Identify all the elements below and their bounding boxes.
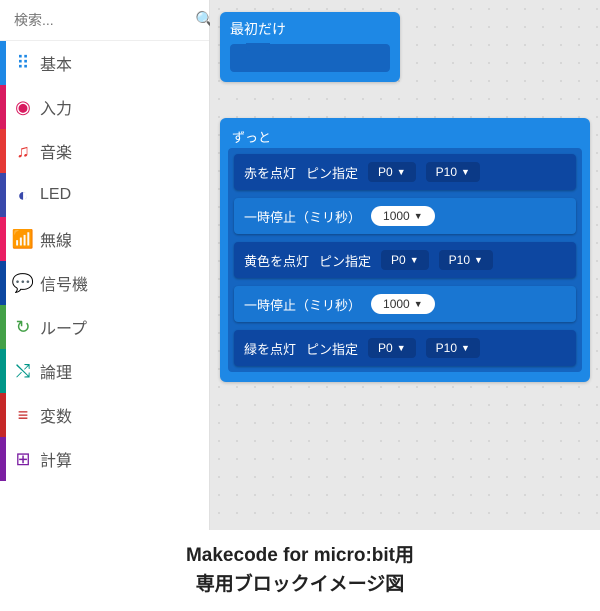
chevron-down-icon: ▼ <box>474 255 483 265</box>
category-6[interactable]: ↻ループ <box>0 305 209 349</box>
search-input[interactable] <box>14 12 195 28</box>
chevron-down-icon: ▼ <box>461 167 470 177</box>
category-icon: ⤭ <box>6 361 40 382</box>
value-dropdown[interactable]: 1000 ▼ <box>371 206 435 226</box>
block-label: 最初だけ <box>230 18 390 40</box>
pause-block[interactable]: 一時停止（ミリ秒） 1000 ▼ <box>234 286 576 322</box>
chevron-down-icon: ▼ <box>397 167 406 177</box>
category-icon: ◉ <box>6 97 40 118</box>
category-icon: ♫ <box>6 141 40 162</box>
block-label: 一時停止（ミリ秒） <box>244 295 361 314</box>
light-block[interactable]: 緑を点灯ピン指定 P0 ▼ P10 ▼ <box>234 330 576 366</box>
category-label: 論理 <box>40 359 209 383</box>
pin-label: ピン指定 <box>306 339 358 358</box>
pin2-dropdown[interactable]: P10 ▼ <box>439 250 493 270</box>
pin2-dropdown[interactable]: P10 ▼ <box>426 162 480 182</box>
category-icon: ⊞ <box>6 449 40 470</box>
on-start-block[interactable]: 最初だけ <box>220 12 400 82</box>
category-7[interactable]: ⤭論理 <box>0 349 209 393</box>
chevron-down-icon: ▼ <box>414 211 423 221</box>
chevron-down-icon: ▼ <box>410 255 419 265</box>
pin1-dropdown[interactable]: P0 ▼ <box>368 162 416 182</box>
chevron-down-icon: ▼ <box>461 343 470 353</box>
block-label: ずっと <box>228 124 582 148</box>
category-8[interactable]: ≡変数 <box>0 393 209 437</box>
category-sidebar: 🔍 ⠿基本◉入力♫音楽◐LED📶無線💬信号機↻ループ⤭論理≡変数⊞計算 <box>0 0 210 530</box>
category-icon: ◐ <box>6 185 40 206</box>
chevron-down-icon: ▼ <box>414 299 423 309</box>
category-label: 計算 <box>40 447 209 471</box>
block-label: 一時停止（ミリ秒） <box>244 207 361 226</box>
category-label: 音楽 <box>40 139 209 163</box>
category-icon: ≡ <box>6 405 40 426</box>
category-label: LED <box>40 186 209 204</box>
category-label: ループ <box>40 315 209 339</box>
category-label: 基本 <box>40 51 209 75</box>
pin1-dropdown[interactable]: P0 ▼ <box>381 250 429 270</box>
category-label: 変数 <box>40 403 209 427</box>
workspace[interactable]: 最初だけ ずっと 赤を点灯ピン指定P0 ▼P10 ▼一時停止（ミリ秒）1000 … <box>210 0 600 530</box>
category-icon: ↻ <box>6 317 40 338</box>
category-0[interactable]: ⠿基本 <box>0 41 209 85</box>
category-1[interactable]: ◉入力 <box>0 85 209 129</box>
search-box[interactable]: 🔍 <box>0 0 209 41</box>
pin2-dropdown[interactable]: P10 ▼ <box>426 338 480 358</box>
category-5[interactable]: 💬信号機 <box>0 261 209 305</box>
block-label: 緑を点灯 <box>244 339 296 358</box>
category-icon: 💬 <box>6 273 40 294</box>
pin-label: ピン指定 <box>319 251 371 270</box>
category-icon: ⠿ <box>6 53 40 74</box>
category-label: 無線 <box>40 227 209 251</box>
block-label: 赤を点灯 <box>244 163 296 182</box>
value-dropdown[interactable]: 1000 ▼ <box>371 294 435 314</box>
pin1-dropdown[interactable]: P0 ▼ <box>368 338 416 358</box>
category-3[interactable]: ◐LED <box>0 173 209 217</box>
category-4[interactable]: 📶無線 <box>0 217 209 261</box>
forever-block[interactable]: ずっと 赤を点灯ピン指定P0 ▼P10 ▼一時停止（ミリ秒）1000 ▼黄色を点… <box>220 118 590 382</box>
caption: Makecode for micro:bit用 専用ブロックイメージ図 <box>0 530 600 611</box>
empty-slot[interactable] <box>230 44 390 72</box>
light-block[interactable]: 赤を点灯ピン指定 P0 ▼ P10 ▼ <box>234 154 576 190</box>
pin-label: ピン指定 <box>306 163 358 182</box>
pause-block[interactable]: 一時停止（ミリ秒） 1000 ▼ <box>234 198 576 234</box>
category-2[interactable]: ♫音楽 <box>0 129 209 173</box>
chevron-down-icon: ▼ <box>397 343 406 353</box>
category-9[interactable]: ⊞計算 <box>0 437 209 481</box>
category-label: 信号機 <box>40 271 209 295</box>
category-label: 入力 <box>40 95 209 119</box>
category-icon: 📶 <box>6 229 40 250</box>
light-block[interactable]: 黄色を点灯ピン指定 P0 ▼ P10 ▼ <box>234 242 576 278</box>
block-label: 黄色を点灯 <box>244 251 309 270</box>
